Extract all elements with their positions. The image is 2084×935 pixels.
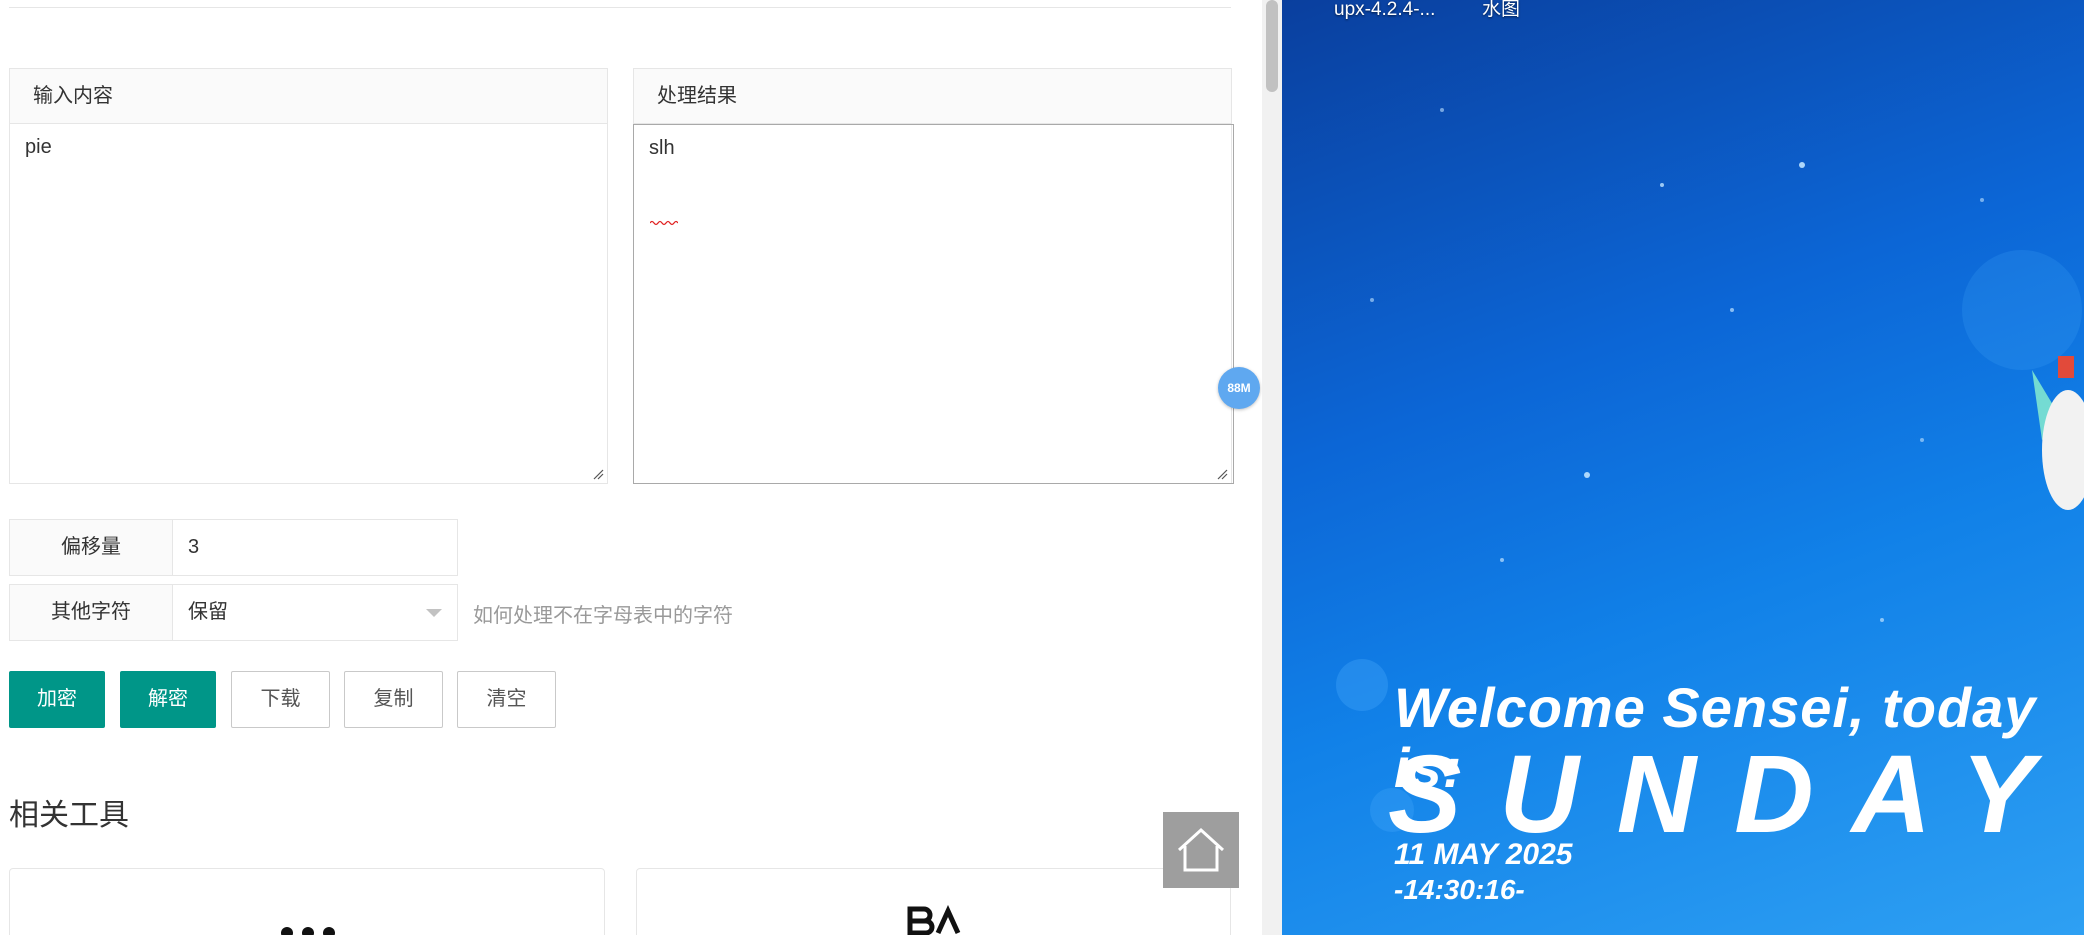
resize-grip-icon[interactable] <box>592 468 604 480</box>
related-tools-title: 相关工具 <box>9 799 129 832</box>
divider <box>9 7 1231 8</box>
home-icon <box>1177 827 1225 872</box>
date-text: 11 MAY 2025 <box>1394 838 1573 871</box>
spellcheck-underline <box>650 220 678 226</box>
memory-badge[interactable]: 88M <box>1218 367 1260 409</box>
clear-button[interactable]: 清空 <box>457 671 556 728</box>
other-chars-selected: 保留 <box>188 601 228 623</box>
time-text: -14:30:16- <box>1394 874 1525 905</box>
encrypt-button[interactable]: 加密 <box>9 671 105 728</box>
result-panel-title: 处理结果 <box>634 69 1231 124</box>
tool-card[interactable] <box>9 868 605 935</box>
decrypt-button[interactable]: 解密 <box>120 671 216 728</box>
other-chars-hint: 如何处理不在字母表中的字符 <box>473 605 733 627</box>
input-panel: 输入内容 pie <box>9 68 608 484</box>
tool-card[interactable] <box>636 868 1231 935</box>
result-panel: 处理结果 slh <box>633 68 1234 484</box>
mascot-image <box>2032 356 2084 510</box>
result-textarea[interactable]: slh <box>633 124 1234 484</box>
offset-label: 偏移量 <box>9 519 173 576</box>
browser-page: 输入内容 pie 处理结果 slh 偏移量 3 其他字符 保留 如何处理不在字母… <box>0 0 1262 935</box>
chevron-down-icon <box>426 609 442 617</box>
other-chars-select[interactable]: 保留 <box>173 584 458 641</box>
offset-input[interactable]: 3 <box>173 519 458 576</box>
scroll-thumb[interactable] <box>1266 0 1278 92</box>
desktop-icon-label[interactable]: 水图 <box>1482 0 1520 21</box>
download-button[interactable]: 下载 <box>231 671 330 728</box>
other-chars-label: 其他字符 <box>9 584 173 641</box>
scrollbar[interactable] <box>1262 0 1282 935</box>
desktop-wallpaper: i upx-4.2.4-... 水图 Welcome Sensei, today… <box>1282 0 2084 935</box>
day-name: SUNDAY <box>1388 733 2073 856</box>
br-logo-icon <box>907 905 961 935</box>
dots-logo-icon <box>281 927 335 935</box>
input-panel-title: 输入内容 <box>10 69 607 124</box>
desktop-icon-label[interactable]: upx-4.2.4-... <box>1334 0 1435 21</box>
resize-grip-icon[interactable] <box>1216 468 1228 480</box>
other-chars-row: 其他字符 保留 <box>9 584 458 641</box>
offset-row: 偏移量 3 <box>9 519 458 576</box>
input-textarea[interactable]: pie <box>10 124 607 483</box>
home-button[interactable] <box>1163 812 1239 888</box>
copy-button[interactable]: 复制 <box>344 671 443 728</box>
